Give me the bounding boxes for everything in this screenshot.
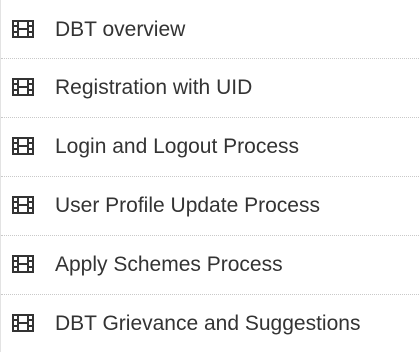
menu-item-label: Login and Logout Process [55,134,300,158]
menu-item-label: Apply Schemes Process [55,252,283,276]
menu-item-label: DBT overview [55,17,186,41]
video-topic-list: DBT overview Registration with UID Login… [0,0,420,352]
film-icon [11,195,35,215]
menu-item-registration-with-uid[interactable]: Registration with UID [1,58,420,116]
menu-item-user-profile-update-process[interactable]: User Profile Update Process [1,176,420,234]
menu-item-dbt-overview[interactable]: DBT overview [1,0,420,58]
film-icon [11,19,35,39]
menu-item-login-and-logout-process[interactable]: Login and Logout Process [1,117,420,175]
menu-item-apply-schemes-process[interactable]: Apply Schemes Process [1,235,420,293]
menu-item-label: User Profile Update Process [55,193,320,217]
menu-item-label: Registration with UID [55,75,253,99]
film-icon [11,77,35,97]
menu-item-label: DBT Grievance and Suggestions [55,311,361,335]
film-icon [11,136,35,156]
menu-item-dbt-grievance-and-suggestions[interactable]: DBT Grievance and Suggestions [1,294,420,352]
film-icon [11,313,35,333]
film-icon [11,254,35,274]
